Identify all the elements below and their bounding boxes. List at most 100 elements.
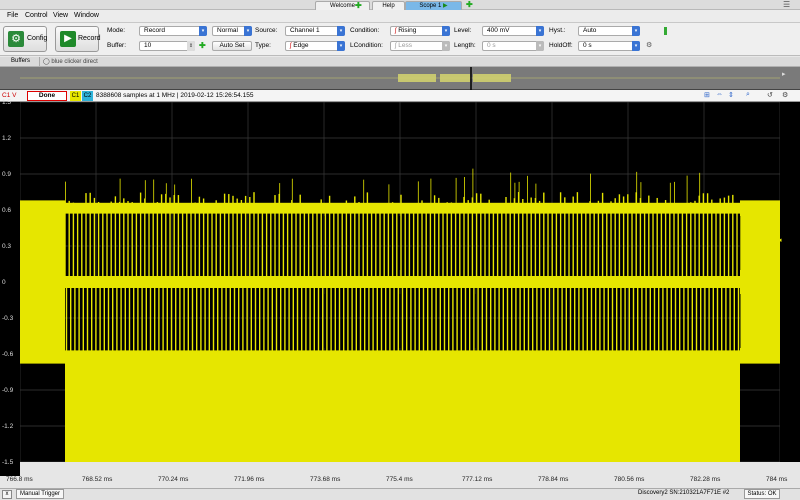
chevron-down-icon: ▾ — [632, 26, 640, 36]
status-footer: x Manual Trigger Discovery2 SN:210321A7F… — [0, 488, 800, 500]
y-tick-label: 0.6 — [2, 207, 12, 214]
status-ok-indicator: Status: OK — [744, 489, 780, 499]
x-axis-panel — [0, 462, 800, 488]
zoom-x-icon[interactable]: ⇔ — [716, 91, 723, 98]
record-button[interactable]: ▶ Record — [55, 26, 101, 52]
band-zero — [65, 276, 740, 288]
chevron-down-icon: ▾ — [244, 26, 252, 36]
play-icon[interactable]: ▶ — [443, 3, 448, 9]
settings-icon[interactable]: ⚙ — [782, 91, 788, 99]
lcondition-label: LCondition: — [350, 42, 383, 49]
level-value: 400 mV — [487, 27, 510, 34]
tab-scope-label: Scope 1 — [419, 3, 442, 9]
x-tick-label: 775.4 ms — [386, 476, 413, 483]
status-state: Done — [38, 92, 56, 99]
config-button[interactable]: ⚙ Config — [3, 26, 47, 52]
trigger-mode-value: Normal — [217, 27, 238, 34]
expand-icon[interactable]: ▸ — [782, 70, 786, 78]
lcondition-select[interactable]: ʃ Less ▾ — [390, 41, 450, 51]
level-label: Level: — [454, 27, 472, 34]
chevron-down-icon: ▾ — [632, 41, 640, 51]
chevron-down-icon: ▾ — [337, 41, 345, 51]
waveform-plot — [20, 102, 780, 462]
level-input[interactable]: 400 mV ▾ — [482, 26, 544, 36]
overview-strip[interactable]: ▸ — [0, 67, 800, 90]
add-tab-icon[interactable]: ✚ — [466, 0, 473, 9]
menu-view[interactable]: View — [53, 12, 68, 19]
zoom-fit-icon[interactable]: ⊞ — [704, 91, 710, 99]
buffer-item[interactable]: ◯ blue clicker direct — [43, 58, 98, 65]
spinner-icon: ⇕ — [187, 41, 195, 51]
chevron-down-icon: ▾ — [337, 26, 345, 36]
zoom-y-icon[interactable]: ⇕ — [728, 91, 734, 99]
y-tick-label: -1.5 — [2, 459, 14, 466]
type-select[interactable]: ʃ Edge ▾ — [285, 41, 345, 51]
buffers-bar: Buffers ◯ blue clicker direct — [0, 57, 800, 67]
rising-edge-icon: ʃ — [395, 27, 397, 34]
channel1-badge[interactable]: C1 — [70, 91, 81, 101]
add-buffer-icon[interactable]: ✚ — [199, 41, 206, 50]
menu-control[interactable]: Control — [25, 12, 48, 19]
toolbar: ⚙ Config ▶ Record Mode: Record ▾ Normal ▾ … — [0, 23, 800, 56]
less-icon: ʃ — [395, 42, 397, 49]
hyst-label: Hyst.: — [549, 27, 566, 34]
type-label: Type: — [255, 42, 271, 49]
window-menu-icon[interactable]: ☰ — [783, 0, 790, 9]
add-tab-icon[interactable]: ✚ — [355, 1, 362, 10]
y-tick-label: -0.6 — [2, 351, 14, 358]
holdoff-value: 0 s — [583, 42, 592, 49]
plot-area[interactable] — [20, 102, 780, 462]
tab-help-label: Help — [382, 3, 395, 9]
hyst-input[interactable]: Auto ▾ — [578, 26, 640, 36]
tab-help[interactable]: Help — [372, 1, 405, 10]
autoset-button[interactable]: Auto Set — [212, 41, 252, 51]
chevron-down-icon: ▾ — [536, 26, 544, 36]
x-tick-label: 780.56 ms — [614, 476, 645, 483]
y-tick-label: 1.2 — [2, 135, 12, 142]
acquisition-info: 8388608 samples at 1 MHz | 2019-02-12 15… — [96, 92, 254, 99]
y-tick-label: 0.3 — [2, 243, 12, 250]
menu-window[interactable]: Window — [74, 12, 99, 19]
close-icon[interactable]: x — [2, 490, 12, 499]
buffers-tab[interactable]: Buffers — [2, 57, 40, 66]
tab-bar: Welcome ✚ Help Scope 1 ▶ ✚ ☰ — [0, 0, 800, 10]
record-label: Record — [78, 35, 101, 42]
source-select[interactable]: Channel 1 ▾ — [285, 26, 345, 36]
buffer-input[interactable]: 10 ⇕ — [139, 41, 195, 51]
hyst-value: Auto — [583, 27, 597, 34]
menu-file[interactable]: File — [7, 12, 18, 19]
undo-icon[interactable]: ↺ — [767, 91, 773, 99]
condition-select[interactable]: ʃ Rising ▾ — [390, 26, 450, 36]
menu-bar: File Control View Window — [0, 10, 800, 23]
length-input[interactable]: 0 s ▾ — [482, 41, 544, 51]
x-tick-label: 766.8 ms — [6, 476, 33, 483]
holdoff-label: HoldOff: — [549, 42, 573, 49]
length-value: 0 s — [487, 42, 496, 49]
holdoff-input[interactable]: 0 s ▾ — [578, 41, 640, 51]
manual-trigger-button[interactable]: Manual Trigger — [16, 489, 64, 499]
y-tick-label: -0.9 — [2, 387, 14, 394]
x-tick-label: 768.52 ms — [82, 476, 113, 483]
magnifier-icon[interactable]: ⌕ — [746, 91, 750, 99]
x-tick-label: 784 ms — [766, 476, 788, 483]
length-label: Length: — [454, 42, 476, 49]
settings-icon[interactable]: ⚙ — [646, 41, 652, 49]
x-tick-label: 782.28 ms — [690, 476, 721, 483]
config-icon: ⚙ — [8, 31, 24, 47]
buffer-item-label: blue clicker direct — [51, 59, 98, 65]
buffer-label: Buffer: — [107, 42, 127, 49]
trigger-mode-select[interactable]: Normal ▾ — [212, 26, 252, 36]
edge-icon: ʃ — [290, 42, 292, 49]
chevron-down-icon: ▾ — [199, 26, 207, 36]
channel2-badge[interactable]: C2 — [82, 91, 93, 101]
tab-scope[interactable]: Scope 1 ▶ — [405, 1, 462, 10]
y-tick-label: -0.3 — [2, 315, 14, 322]
trigger-status-indicator — [664, 27, 667, 35]
config-label: Config — [27, 35, 48, 42]
source-label: Source: — [255, 27, 278, 34]
mode-select[interactable]: Record ▾ — [139, 26, 207, 36]
mode-value: Record — [144, 27, 165, 34]
y-tick-label: 1.5 — [2, 99, 12, 106]
source-value: Channel 1 — [290, 27, 320, 34]
y-tick-label: -1.2 — [2, 423, 14, 430]
